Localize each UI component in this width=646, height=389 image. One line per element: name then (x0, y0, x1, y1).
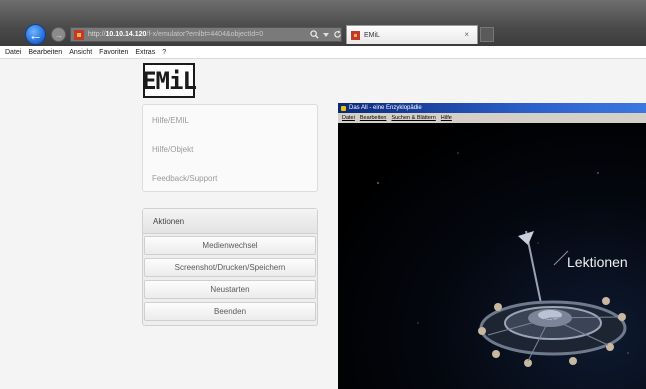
tab-emil[interactable]: EMiL × (346, 25, 478, 44)
lektionen-label[interactable]: Lektionen (567, 254, 628, 270)
url-prefix: http:// (88, 31, 106, 38)
emulator-window-title: Das All - eine Enzyklopädie (349, 105, 422, 111)
menu-ansicht[interactable]: Ansicht (69, 49, 92, 56)
emu-menu-datei[interactable]: Datei (342, 115, 355, 121)
help-panel: Hilfe/EMIL Hilfe/Objekt Feedback/Support (142, 104, 318, 192)
tab-favicon-icon (351, 30, 360, 40)
site-favicon-icon (74, 29, 84, 40)
help-emil-link[interactable]: Hilfe/EMIL (152, 116, 189, 125)
browser-menubar: Datei Bearbeiten Ansicht Favoriten Extra… (0, 46, 646, 59)
forward-arrow-icon: → (54, 29, 63, 40)
new-tab-button[interactable] (480, 27, 494, 42)
menu-help[interactable]: ? (162, 49, 166, 56)
menu-bearbeiten[interactable]: Bearbeiten (28, 49, 62, 56)
emulator-screen[interactable]: Lektionen (338, 123, 646, 389)
emulator-titlebar: Das All - eine Enzyklopädie (338, 103, 646, 113)
media-change-button[interactable]: Medienwechsel (144, 236, 316, 255)
app-icon (341, 105, 346, 111)
actions-header: Aktionen (143, 209, 317, 234)
tab-close-icon[interactable]: × (464, 30, 469, 39)
back-arrow-icon: ← (28, 26, 43, 43)
tab-title: EMiL (364, 31, 380, 39)
menu-datei[interactable]: Datei (5, 49, 21, 56)
feedback-support-link[interactable]: Feedback/Support (152, 174, 217, 183)
forward-button[interactable]: → (51, 27, 66, 42)
help-object-link[interactable]: Hilfe/Objekt (152, 145, 193, 154)
actions-panel: Aktionen Medienwechsel Screenshot/Drucke… (142, 208, 318, 326)
address-bar-actions (310, 27, 342, 42)
emu-menu-hilfe[interactable]: Hilfe (441, 115, 452, 121)
emu-menu-bearbeiten[interactable]: Bearbeiten (360, 115, 387, 121)
emu-menu-suchen[interactable]: Suchen & Blättern (391, 115, 435, 121)
search-icon[interactable] (310, 30, 319, 39)
emulator-menubar: Datei Bearbeiten Suchen & Blättern Hilfe (338, 113, 646, 123)
emulator-window[interactable]: Das All - eine Enzyklopädie Datei Bearbe… (338, 103, 646, 389)
screenshot-print-save-button[interactable]: Screenshot/Drucken/Speichern (144, 258, 316, 277)
dropdown-arrow-icon[interactable] (323, 32, 329, 38)
back-button[interactable]: ← (25, 24, 46, 45)
menu-favoriten[interactable]: Favoriten (99, 49, 128, 56)
restart-button[interactable]: Neustarten (144, 280, 316, 299)
quit-button[interactable]: Beenden (144, 302, 316, 321)
address-bar[interactable]: http:// 10.10.14.120 /f-x/emulator?emlbt… (70, 27, 342, 42)
emil-logo: EMiL (142, 63, 197, 98)
refresh-icon[interactable] (333, 30, 342, 39)
menu-extras[interactable]: Extras (135, 49, 155, 56)
url-host: 10.10.14.120 (105, 31, 147, 38)
url-path: /f-x/emulator?emlbt=4404&objectId=0 (146, 31, 264, 38)
